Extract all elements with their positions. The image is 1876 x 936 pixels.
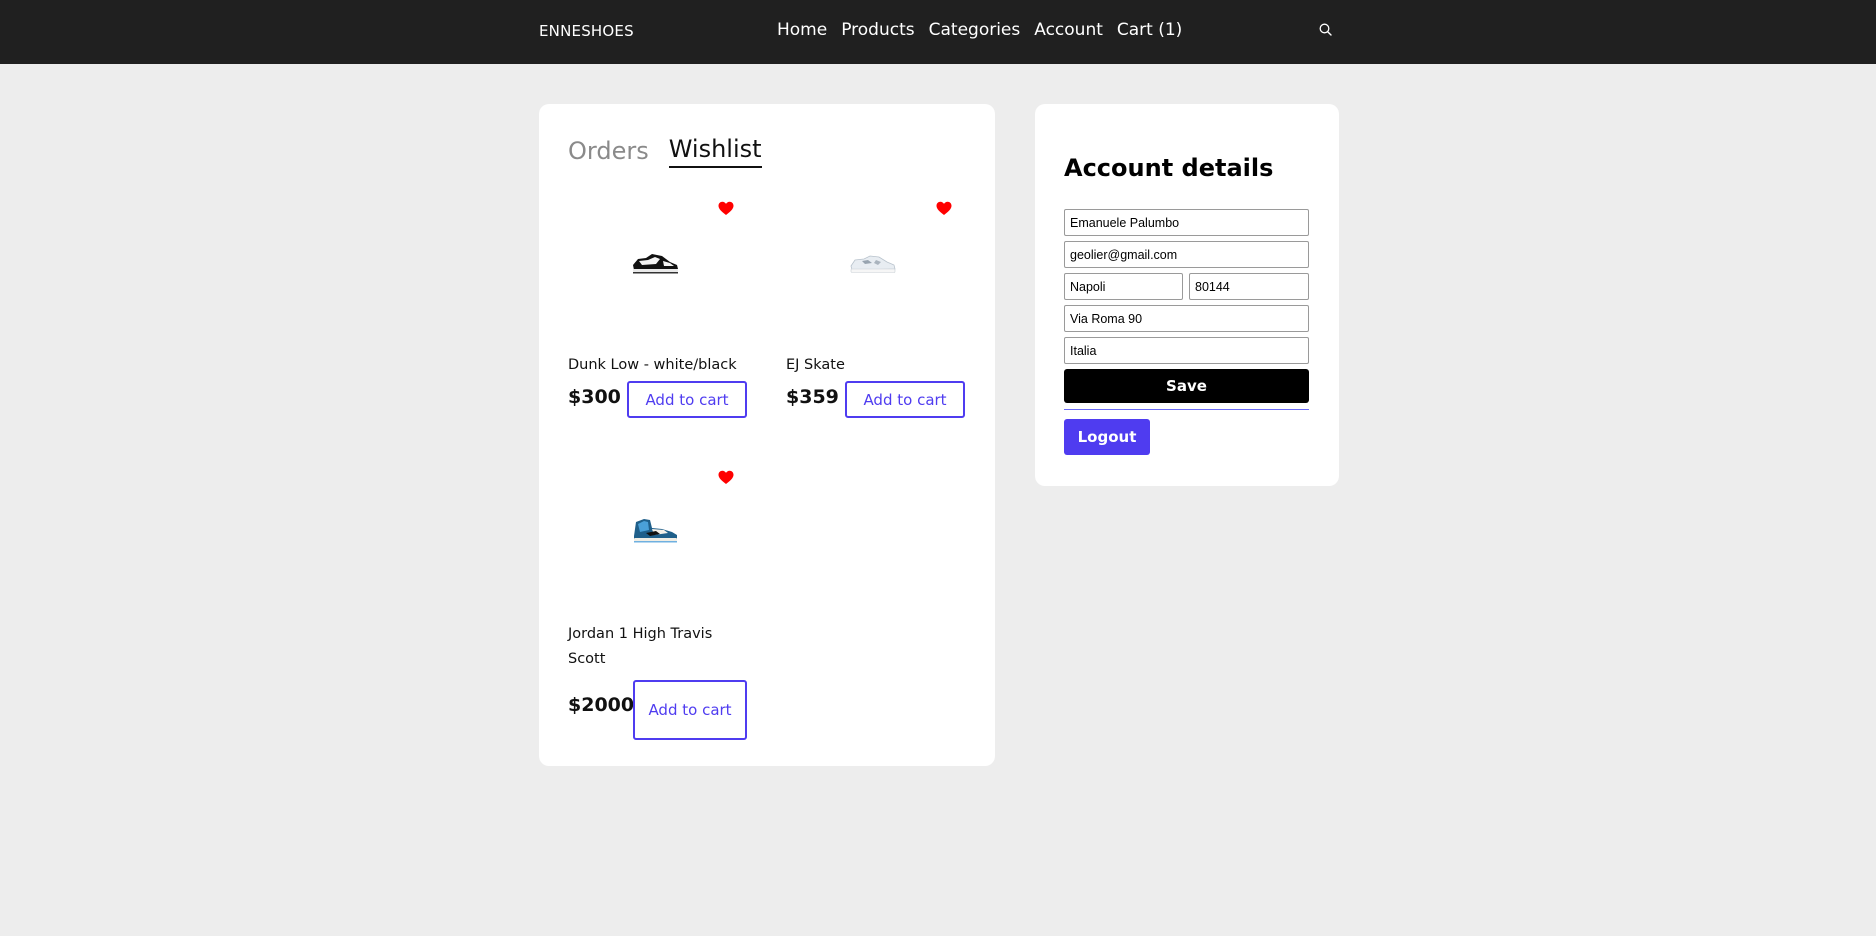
city-field[interactable] — [1064, 273, 1183, 300]
wishlist-item: EJ Skate $359 Add to cart — [786, 201, 966, 421]
wishlist-item: Jordan 1 High Travis Scott $2000 Add to … — [568, 470, 748, 740]
heart-icon[interactable] — [936, 201, 952, 216]
sneaker-dunk-image — [633, 254, 678, 274]
wishlist-card: Orders Wishlist Dunk Low - white/black $… — [539, 104, 995, 766]
nav-account[interactable]: Account — [1034, 20, 1103, 40]
add-to-cart-button[interactable]: Add to cart — [627, 381, 747, 418]
heart-icon[interactable] — [718, 201, 734, 216]
product-name[interactable]: Jordan 1 High Travis Scott — [568, 622, 718, 672]
tab-orders[interactable]: Orders — [568, 138, 649, 168]
product-name[interactable]: EJ Skate — [786, 353, 966, 378]
heart-icon[interactable] — [718, 470, 734, 485]
country-field[interactable] — [1064, 337, 1309, 364]
address-field[interactable] — [1064, 305, 1309, 332]
sneaker-jordan-image — [634, 519, 677, 543]
account-details-title: Account details — [1064, 154, 1274, 182]
sneaker-ej-skate-image — [850, 255, 896, 273]
nav-home[interactable]: Home — [777, 20, 827, 40]
tab-bar: Orders Wishlist — [568, 136, 762, 169]
brand-logo[interactable]: ENNESHOES — [539, 22, 634, 40]
logout-button[interactable]: Logout — [1064, 419, 1150, 455]
zip-field[interactable] — [1189, 273, 1309, 300]
email-field[interactable] — [1064, 241, 1309, 268]
product-price: $300 — [568, 386, 621, 408]
nav-products[interactable]: Products — [841, 20, 914, 40]
add-to-cart-button[interactable]: Add to cart — [845, 381, 965, 418]
wishlist-item: Dunk Low - white/black $300 Add to cart — [568, 201, 748, 421]
account-details-card: Account details Save Logout — [1035, 104, 1339, 486]
search-icon[interactable] — [1318, 22, 1334, 38]
main-nav: Home Products Categories Account Cart (1… — [777, 20, 1182, 40]
product-image[interactable] — [568, 201, 748, 351]
product-price: $359 — [786, 386, 839, 408]
nav-categories[interactable]: Categories — [929, 20, 1021, 40]
divider — [1064, 409, 1309, 410]
product-price: $2000 — [568, 694, 635, 716]
product-image[interactable] — [568, 470, 748, 620]
save-button[interactable]: Save — [1064, 369, 1309, 403]
product-name[interactable]: Dunk Low - white/black — [568, 353, 748, 378]
top-navbar: ENNESHOES Home Products Categories Accou… — [0, 0, 1876, 64]
tab-wishlist[interactable]: Wishlist — [668, 136, 762, 169]
add-to-cart-button[interactable]: Add to cart — [633, 680, 747, 740]
nav-cart[interactable]: Cart (1) — [1117, 20, 1182, 40]
product-image[interactable] — [786, 201, 966, 351]
name-field[interactable] — [1064, 209, 1309, 236]
